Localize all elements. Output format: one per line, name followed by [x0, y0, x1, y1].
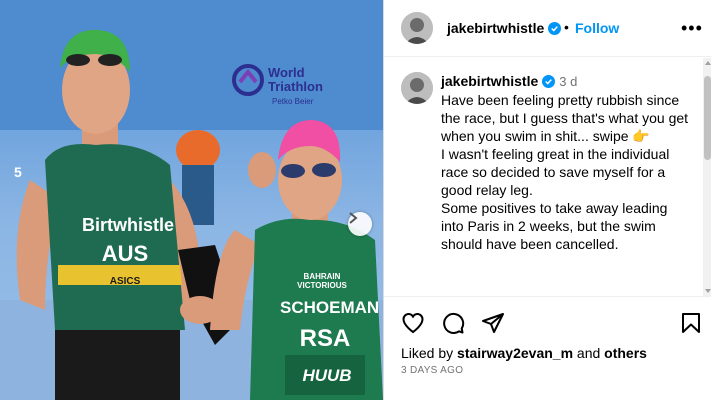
right-athlete-brand: HUUB	[302, 366, 352, 385]
scrollbar-thumb[interactable]	[704, 76, 711, 160]
verified-badge-icon	[548, 22, 562, 35]
caption-time[interactable]: 3 d	[559, 74, 577, 89]
caption-area: jakebirtwhistle 3 d Have been feeling pre…	[384, 58, 704, 296]
caption-line: race so decided to save myself for a	[441, 164, 666, 180]
comments-scrollbar[interactable]	[703, 58, 711, 296]
chevron-right-icon	[349, 212, 358, 224]
post-side-panel: jakebirtwhistle • Follow ••• jakebirtwhi…	[383, 0, 711, 400]
right-athlete-sponsor: BAHRAIN VICTORIOUS	[297, 272, 347, 290]
logo-text-triathlon: Triathlon	[268, 79, 323, 94]
scroll-up-arrow-icon[interactable]	[705, 61, 711, 65]
right-athlete-country: RSA	[299, 325, 351, 352]
follow-button[interactable]: Follow	[575, 20, 619, 36]
carousel-next-button[interactable]	[348, 212, 372, 236]
liked-by-and: and	[573, 345, 605, 361]
post-header: jakebirtwhistle • Follow •••	[384, 0, 711, 57]
caption-line: into Paris in 2 weeks, but the swim	[441, 218, 656, 234]
profile-picture	[401, 72, 433, 104]
caption-line: Have been feeling pretty rubbish since	[441, 92, 680, 108]
post-date[interactable]: 3 DAYS AGO	[401, 365, 463, 376]
photo-credit: Petko Beier	[272, 97, 314, 106]
left-athlete-sponsor: ASICS	[109, 276, 141, 287]
left-athlete-country: AUS	[101, 241, 149, 266]
more-options-icon[interactable]: •••	[681, 18, 703, 39]
caption-line: I wasn't feeling great in the individual	[441, 146, 670, 162]
scroll-down-arrow-icon[interactable]	[705, 289, 711, 293]
world-triathlon-logo: World Triathlon Petko Beier	[232, 64, 342, 108]
caption-username[interactable]: jakebirtwhistle	[441, 73, 538, 89]
profile-picture	[401, 12, 433, 44]
post-actions-footer: Liked by stairway2evan_m and others 3 DA…	[384, 296, 711, 400]
caption-line: when you swim in shit... swipe 👉	[441, 128, 650, 144]
race-number: 5	[14, 164, 22, 180]
caption: jakebirtwhistle 3 d Have been feeling pre…	[441, 72, 699, 253]
liked-by-others[interactable]: others	[604, 345, 647, 361]
avatar[interactable]	[401, 12, 433, 44]
liked-by-text: Liked by stairway2evan_m and others	[401, 345, 647, 361]
username-text[interactable]: jakebirtwhistle	[447, 20, 544, 36]
world-triathlon-icon	[232, 64, 264, 96]
share-icon[interactable]	[481, 311, 505, 335]
comment-icon[interactable]	[441, 311, 465, 335]
header-username[interactable]: jakebirtwhistle	[447, 20, 562, 36]
separator-dot: •	[564, 19, 569, 35]
avatar[interactable]	[401, 72, 433, 104]
left-athlete-name: Birtwhistle	[81, 215, 174, 235]
bookmark-icon[interactable]	[679, 311, 703, 335]
caption-line: Some positives to take away leading	[441, 200, 668, 216]
verified-badge-icon	[542, 75, 556, 88]
right-athlete-name: SCHOEMAN	[280, 298, 380, 317]
caption-line: good relay leg.	[441, 182, 533, 198]
liked-by-prefix: Liked by	[401, 345, 458, 361]
liked-by-user[interactable]: stairway2evan_m	[457, 345, 573, 361]
post-photo[interactable]: World Triathlon Petko Beier 5 Birtwhistl…	[0, 0, 383, 400]
caption-line: should have been cancelled.	[441, 236, 619, 252]
logo-text-world: World	[268, 65, 305, 80]
caption-line: the race, but I guess that's what you ge…	[441, 110, 689, 126]
heart-icon[interactable]	[401, 311, 425, 335]
